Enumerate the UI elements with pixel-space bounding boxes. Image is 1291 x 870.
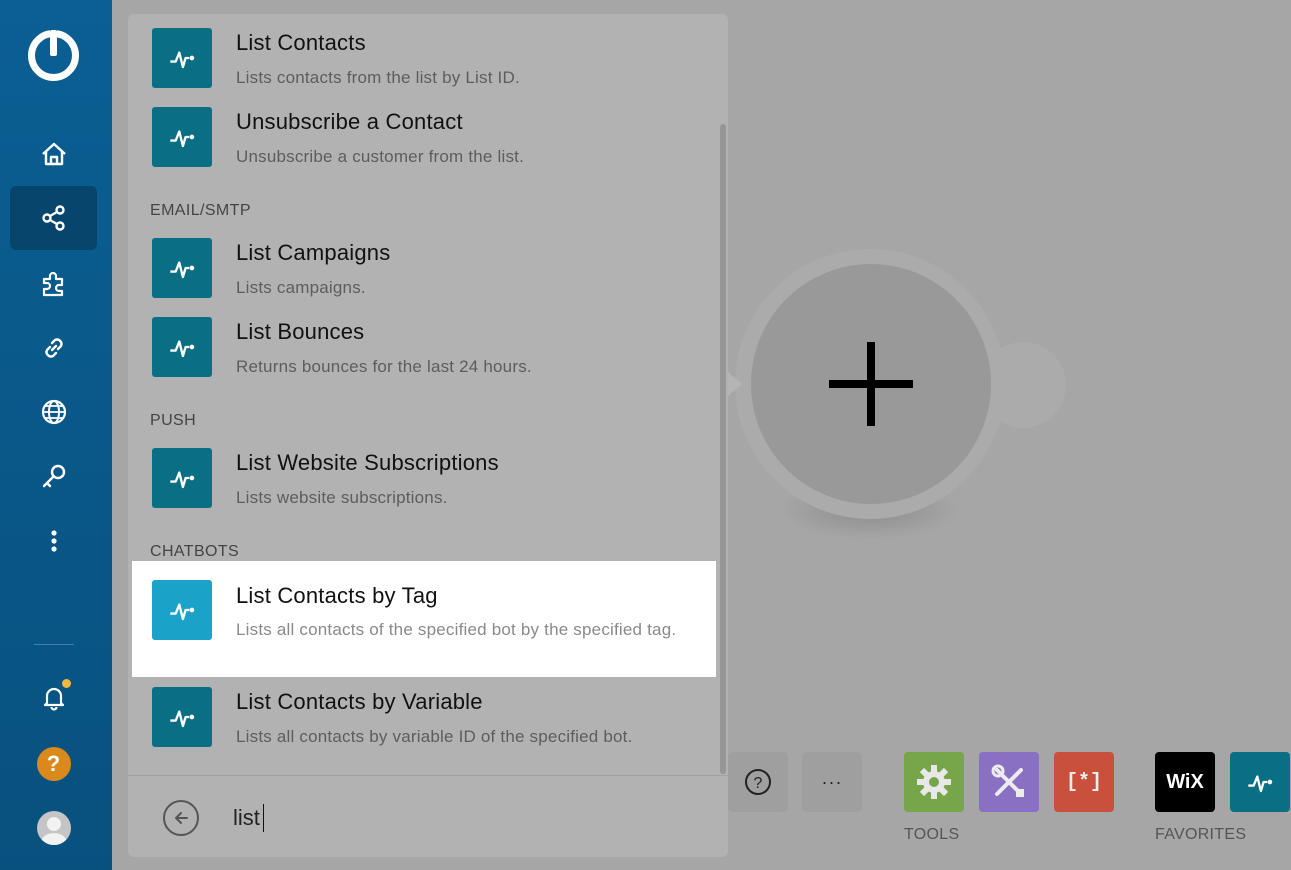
- item-description: Unsubscribe a customer from the list.: [236, 147, 524, 166]
- section-header-email: EMAIL/SMTP: [150, 202, 251, 219]
- tools-json-tile[interactable]: [*]: [1054, 752, 1114, 812]
- pulse-icon: [1248, 775, 1273, 793]
- item-title: List Contacts: [236, 30, 366, 55]
- avatar: [36, 811, 71, 845]
- more-horizontal-icon: ···: [821, 771, 843, 792]
- item-title: List Campaigns: [236, 240, 391, 265]
- list-item[interactable]: List Contacts by Variable Lists all cont…: [132, 687, 716, 763]
- item-description: Lists website subscriptions.: [236, 488, 448, 507]
- list-item[interactable]: List Bounces Returns bounces for the las…: [132, 317, 716, 393]
- gear-icon: [917, 765, 951, 799]
- question-circle-icon: ?: [745, 769, 771, 795]
- link-icon: [44, 338, 63, 358]
- tools-gear-tile[interactable]: [904, 752, 964, 812]
- sidebar-item-more[interactable]: [10, 509, 97, 573]
- panel-footer-divider: [128, 775, 728, 776]
- puzzle-icon: [42, 271, 63, 297]
- wix-logo: WiX: [1166, 770, 1204, 793]
- sidebar-item-webhooks[interactable]: [10, 380, 97, 444]
- arrow-left-icon: [175, 812, 188, 824]
- add-module-button[interactable]: [751, 264, 991, 504]
- item-description: Returns bounces for the last 24 hours.: [236, 357, 532, 376]
- panel-scrollbar[interactable]: [720, 124, 726, 774]
- favorite-app-tile[interactable]: [1230, 752, 1290, 812]
- section-header-chatbots: CHATBOTS: [150, 543, 240, 560]
- key-icon: [42, 464, 65, 488]
- list-item[interactable]: List Website Subscriptions Lists website…: [132, 448, 716, 524]
- sidebar-item-connections[interactable]: [10, 316, 97, 380]
- home-icon: [41, 142, 66, 166]
- text-caret: [263, 804, 264, 832]
- app-pulse-icon: [152, 580, 212, 640]
- item-description: Lists contacts from the list by List ID.: [236, 68, 520, 87]
- item-title: List Contacts by Variable: [236, 689, 483, 714]
- app-pulse-icon: [152, 317, 212, 377]
- item-title: List Bounces: [236, 319, 365, 344]
- favorite-wix-tile[interactable]: WiX: [1155, 752, 1215, 812]
- sidebar: ?: [0, 0, 112, 870]
- sidebar-item-keys[interactable]: [10, 444, 97, 508]
- section-header-push: PUSH: [150, 412, 197, 429]
- app-pulse-icon: [152, 238, 212, 298]
- list-item[interactable]: List Contacts Lists contacts from the li…: [132, 28, 716, 104]
- help-icon: ?: [36, 747, 71, 781]
- item-title: Unsubscribe a Contact: [236, 109, 463, 134]
- bracket-icon: [*]: [1065, 770, 1102, 794]
- make-logo-icon[interactable]: [26, 28, 81, 83]
- toolbar-help-button[interactable]: ?: [728, 752, 788, 812]
- app-pulse-icon: [152, 448, 212, 508]
- notification-dot: [62, 679, 71, 688]
- list-item-highlighted[interactable]: List Contacts by Tag Lists all contacts …: [132, 561, 716, 677]
- toolbar-more-button[interactable]: ···: [802, 752, 862, 812]
- favorites-label: FAVORITES: [1155, 826, 1247, 843]
- globe-icon: [41, 399, 66, 425]
- share-nodes-icon: [41, 205, 65, 231]
- sidebar-item-profile[interactable]: [10, 796, 97, 860]
- panel-pointer: [728, 372, 742, 396]
- back-button[interactable]: [163, 800, 199, 836]
- tools-wrench-tile[interactable]: [979, 752, 1039, 812]
- more-vertical-icon: [50, 530, 57, 552]
- module-search-input[interactable]: [233, 800, 533, 836]
- sidebar-item-help[interactable]: ?: [10, 732, 97, 796]
- app-pulse-icon: [152, 107, 212, 167]
- sidebar-item-templates[interactable]: [10, 252, 97, 316]
- sidebar-item-home[interactable]: [10, 122, 97, 186]
- item-title: List Website Subscriptions: [236, 450, 499, 475]
- item-description: Lists all contacts by variable ID of the…: [236, 727, 633, 746]
- svg-text:?: ?: [754, 775, 763, 792]
- app-pulse-icon: [152, 28, 212, 88]
- item-description: Lists all contacts of the specified bot …: [236, 620, 677, 639]
- app-pulse-icon: [152, 687, 212, 747]
- list-item[interactable]: List Campaigns Lists campaigns.: [132, 238, 716, 314]
- tools-label: TOOLS: [904, 826, 960, 843]
- item-title: List Contacts by Tag: [236, 583, 438, 608]
- sidebar-divider: [34, 644, 74, 645]
- wrench-screwdriver-icon: [991, 764, 1024, 797]
- sidebar-item-scenarios[interactable]: [10, 186, 97, 250]
- item-description: Lists campaigns.: [236, 278, 366, 297]
- sidebar-item-notifications[interactable]: [10, 665, 97, 729]
- list-item[interactable]: Unsubscribe a Contact Unsubscribe a cust…: [132, 107, 716, 183]
